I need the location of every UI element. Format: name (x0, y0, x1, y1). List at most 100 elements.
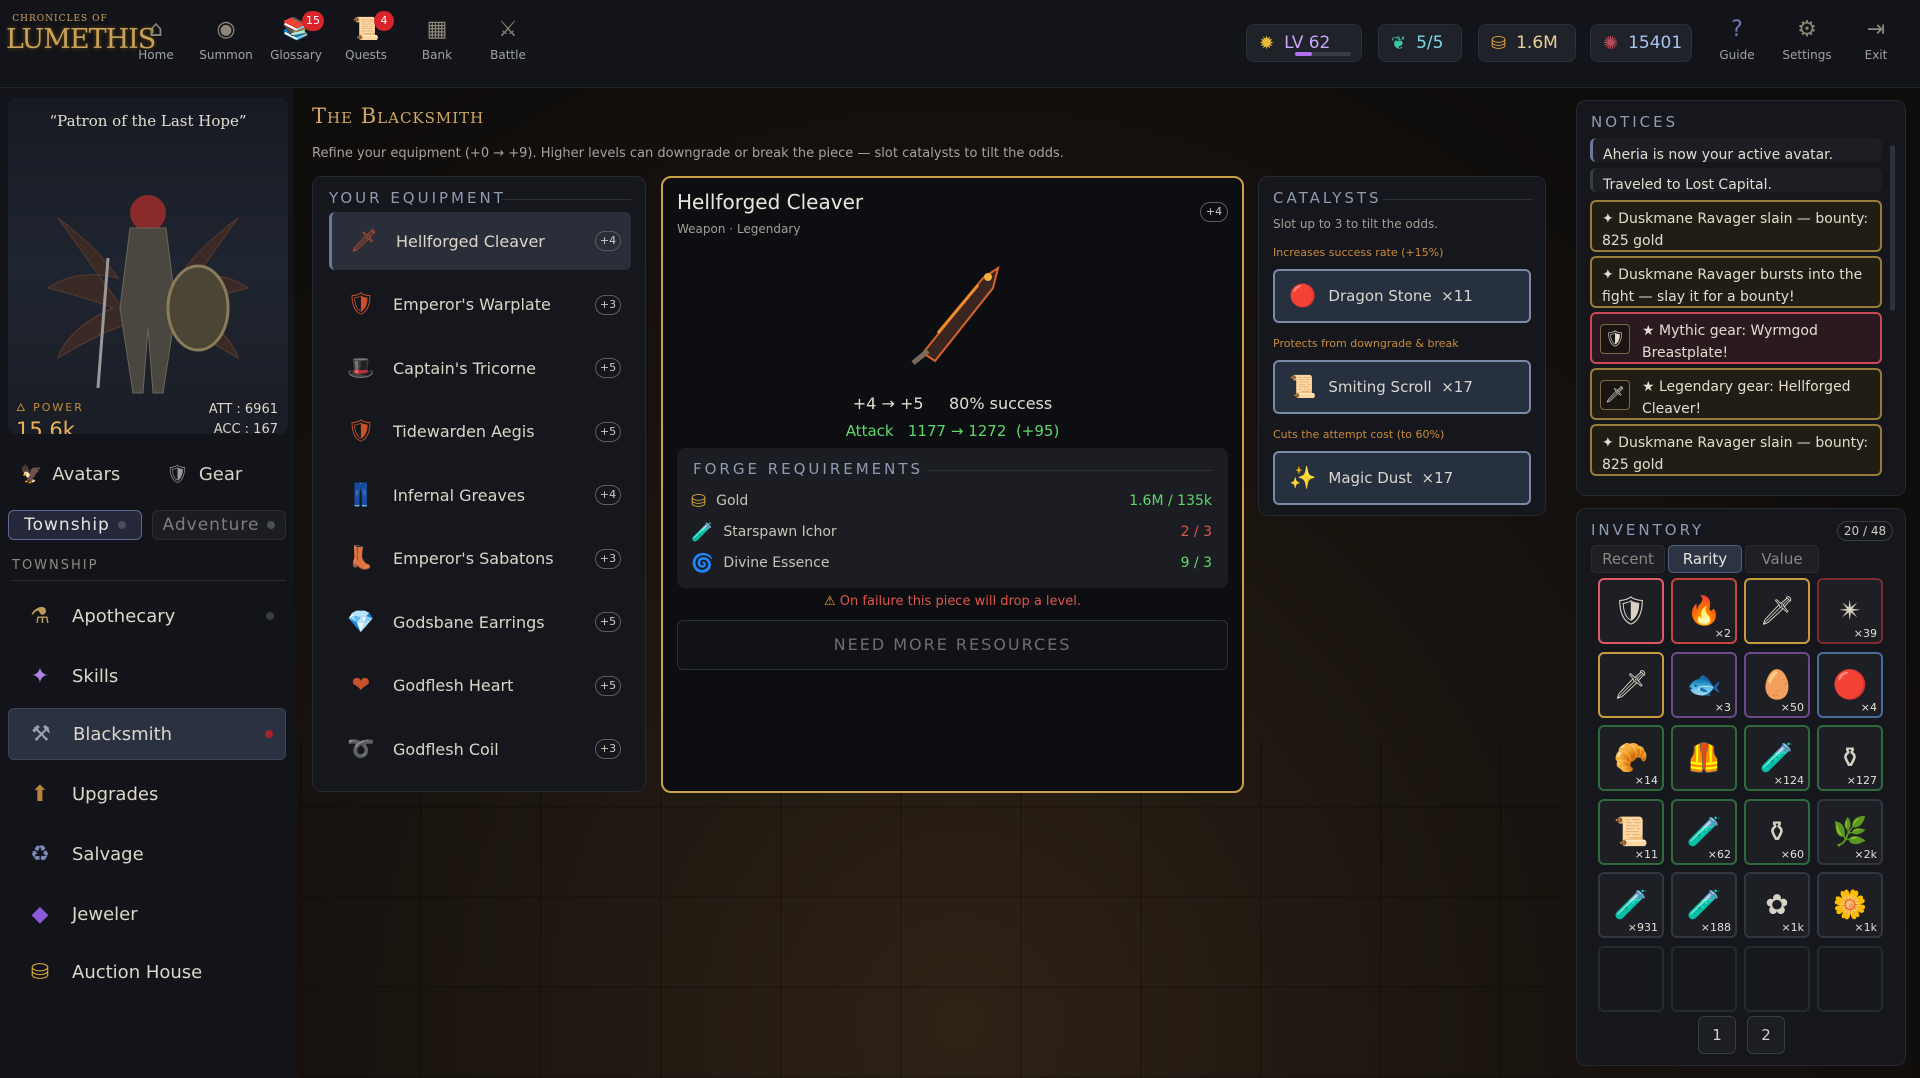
blacksmith-dot (265, 730, 273, 738)
avatars-link[interactable]: 🦅 Avatars (20, 464, 120, 485)
township-skills[interactable]: ✦ Skills (8, 650, 286, 702)
notice-item: ✦ Duskmane Ravager bursts into the fight… (1590, 256, 1882, 308)
equipment-item[interactable]: 🛡 Tidewarden Aegis +5 (329, 403, 631, 461)
item-name: Hellforged Cleaver (677, 190, 864, 214)
inventory-slot[interactable]: 🧪 ×62 (1671, 798, 1737, 865)
game-logo[interactable]: CHRONICLES OF LUMETHIS (6, 14, 156, 72)
inventory-page-button[interactable]: 1 (1698, 1016, 1736, 1054)
level-pill[interactable]: ✹ LV 62 (1246, 24, 1362, 62)
settings-icon: ⚙ (1797, 17, 1817, 42)
nav-quests[interactable]: 📜 Quests 4 (332, 11, 400, 74)
catalyst-desc-3: Cuts the attempt cost (to 60%) (1273, 428, 1445, 441)
nav-guide[interactable]: ? Guide (1703, 14, 1771, 74)
equipment-panel: YOUR EQUIPMENT 🗡 Hellforged Cleaver +4 🛡 Emp… (312, 176, 646, 792)
inventory-slot[interactable]: 🧪 ×188 (1671, 872, 1737, 938)
nav-summon[interactable]: ◉ Summon (192, 14, 260, 74)
inventory-item-icon: 🌼 (1832, 888, 1868, 921)
township-blacksmith[interactable]: ⚒ Blacksmith (8, 708, 286, 760)
inventory-slot[interactable] (1671, 945, 1737, 1012)
page-title: The Blacksmith (312, 104, 485, 128)
inventory-tab-recent[interactable]: Recent (1591, 545, 1665, 573)
catalysts-header-line (1383, 199, 1533, 200)
inventory-slot[interactable]: 🦺 (1671, 725, 1737, 791)
inventory-slot[interactable]: 🌼 ×1k (1817, 872, 1883, 938)
catalyst-smiting-scroll[interactable]: 📜 Smiting Scroll ×17 (1273, 360, 1531, 414)
forge-button[interactable]: NEED MORE RESOURCES (677, 620, 1228, 670)
skills-icon: ✦ (30, 663, 50, 689)
equipment-level: +5 (595, 612, 621, 632)
inventory-item-icon: ✿ (1765, 888, 1789, 921)
equipment-name: Emperor's Warplate (393, 295, 551, 314)
inventory-slot[interactable]: 🗡 (1598, 651, 1664, 718)
inventory-page-button[interactable]: 2 (1747, 1016, 1785, 1054)
inventory-slot[interactable]: 🐟 ×3 (1671, 651, 1737, 718)
nav-settings[interactable]: ⚙ Settings (1773, 14, 1841, 74)
gems-pill[interactable]: ✺ 15401 (1590, 24, 1692, 62)
inventory-slot[interactable]: 🌿 ×2k (1817, 798, 1883, 865)
requirement-icon: 🌀 (691, 552, 714, 574)
inventory-slot[interactable]: ⚱ ×60 (1744, 798, 1810, 865)
inventory-slot[interactable]: 🗡 (1744, 578, 1810, 644)
gold-pill[interactable]: ⛁ 1.6M (1478, 24, 1576, 62)
inventory-slot[interactable] (1744, 945, 1810, 1012)
township-salvage[interactable]: ♻ Salvage (8, 828, 286, 880)
township-tab[interactable]: Township (8, 510, 142, 540)
inventory-tab-rarity[interactable]: Rarity (1668, 545, 1742, 573)
equipment-name: Godflesh Coil (393, 739, 499, 759)
township-upgrades[interactable]: ⬆ Upgrades (8, 768, 286, 820)
failure-warning: ⚠ On failure this piece will drop a leve… (824, 594, 1081, 609)
inventory-slot[interactable] (1817, 945, 1883, 1012)
township-jeweler[interactable]: ◆ Jeweler (8, 888, 286, 940)
inventory-slot[interactable]: 🔥 ×2 (1671, 578, 1737, 644)
equipment-item[interactable]: ➰ Godflesh Coil +3 (329, 720, 631, 778)
avatar-title: “Patron of the Last Hope” (49, 112, 247, 130)
nav-exit[interactable]: ⇥ Exit (1843, 14, 1909, 74)
nav-bank[interactable]: ▦ Bank (403, 14, 471, 74)
township-apothecary[interactable]: ⚗ Apothecary (8, 590, 286, 642)
equipment-item[interactable]: 👢 Emperor's Sabatons +3 (329, 530, 631, 588)
catalyst-magic-dust[interactable]: ✨ Magic Dust ×17 (1273, 451, 1531, 505)
equipment-item[interactable]: ❤ Godflesh Heart +5 (329, 657, 631, 715)
gear-link[interactable]: 🛡 Gear (166, 464, 242, 485)
item-detail-panel: Hellforged Cleaver Weapon · Legendary +4… (661, 176, 1244, 793)
gold-icon: ⛁ (1491, 32, 1507, 54)
energy-pill[interactable]: ❦ 5/5 (1378, 24, 1462, 62)
inventory-slot[interactable]: ✿ ×1k (1744, 872, 1810, 938)
notice-text: ✦ Duskmane Ravager bursts into the fight… (1602, 267, 1863, 305)
item-meta: Weapon · Legendary (677, 222, 801, 236)
nav-battle[interactable]: ⚔ Battle (474, 14, 542, 74)
inventory-slot[interactable]: ⚱ ×127 (1817, 725, 1883, 791)
inventory-slot[interactable] (1598, 945, 1664, 1012)
item-level-badge: +4 (1200, 202, 1228, 222)
inventory-item-qty: ×14 (1634, 774, 1658, 787)
inventory-slot[interactable]: 🔴 ×4 (1817, 651, 1883, 718)
inventory-item-qty: ×1k (1781, 921, 1804, 934)
equipment-item[interactable]: 👖 Infernal Greaves +4 (329, 466, 631, 524)
inventory-slot[interactable]: 📜 ×11 (1598, 798, 1664, 865)
inventory-slot[interactable]: ✴ ×39 (1817, 578, 1883, 644)
equipment-item[interactable]: 🗡 Hellforged Cleaver +4 (329, 212, 631, 270)
inventory-slot[interactable]: 🧪 ×124 (1744, 725, 1810, 791)
inventory-tab-value[interactable]: Value (1745, 545, 1819, 573)
adventure-tab[interactable]: Adventure (152, 510, 286, 540)
inventory-slot[interactable]: 🥚 ×50 (1744, 651, 1810, 718)
equipment-item[interactable]: 🎩 Captain's Tricorne +5 (329, 339, 631, 397)
nav-glossary[interactable]: 📚 Glossary 15 (262, 11, 330, 74)
inventory-slot[interactable]: 🧪 ×931 (1598, 872, 1664, 938)
jeweler-icon: ◆ (31, 901, 49, 927)
gear-armor-icon: 🛡 (166, 464, 189, 485)
avatars-icon: 🦅 (20, 464, 43, 485)
inventory-slot[interactable]: 🛡 (1598, 578, 1664, 644)
nav-home[interactable]: ⌂ Home (122, 14, 190, 74)
notices-header: NOTICES (1591, 113, 1679, 131)
equipment-item[interactable]: 💎 Godsbane Earrings +5 (329, 593, 631, 651)
adventure-tab-dot (267, 521, 276, 529)
notices-scrollbar[interactable] (1890, 145, 1895, 311)
equipment-level: +3 (595, 548, 621, 569)
inventory-slot[interactable]: 🥐 ×14 (1598, 725, 1664, 791)
equipment-item[interactable]: 🛡 Emperor's Warplate +3 (329, 276, 631, 334)
township-auction-house[interactable]: ⛁ Auction House (8, 946, 286, 998)
catalyst-dragon-stone[interactable]: 🔴 Dragon Stone ×11 (1273, 269, 1531, 323)
avatar-portrait[interactable]: “Patron of the Last Hope” 🜂 POWER 15.6k … (8, 98, 288, 434)
gem-icon: ✺ (1603, 32, 1619, 54)
